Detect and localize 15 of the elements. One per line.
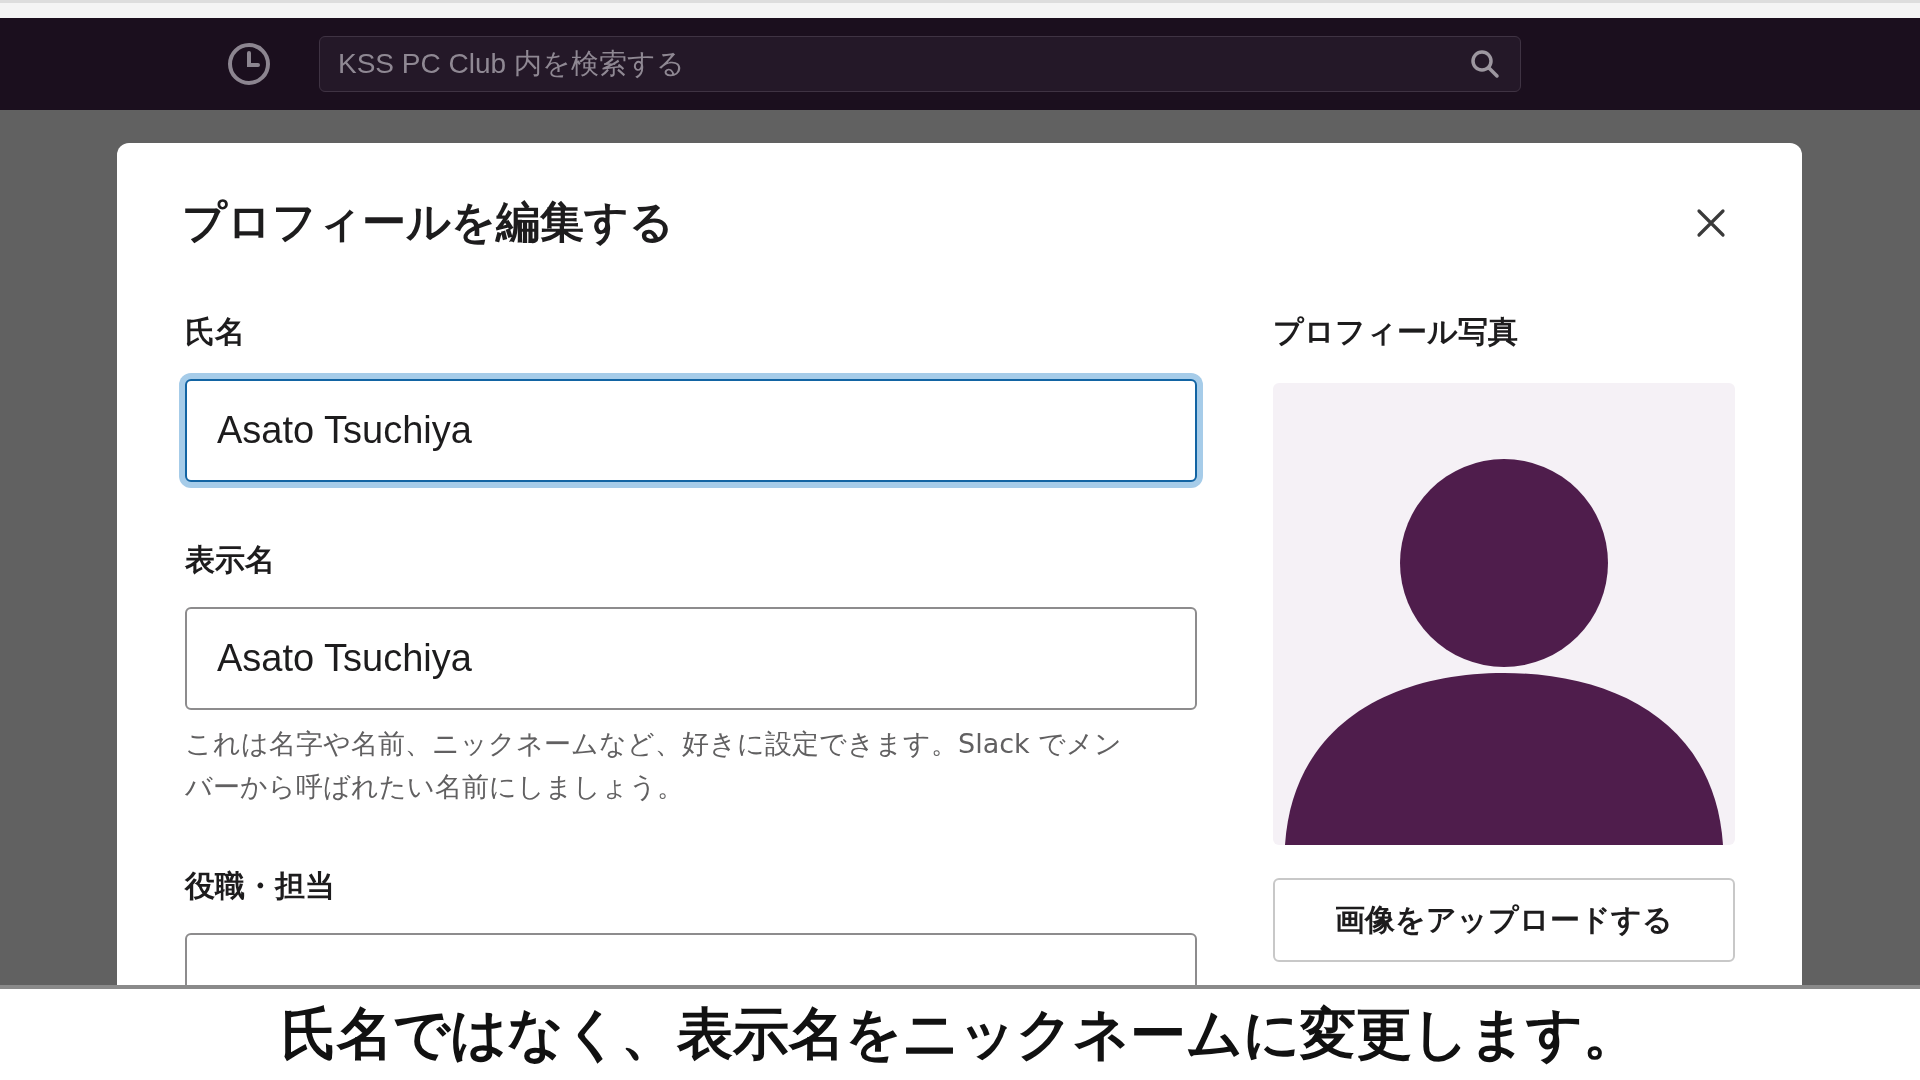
avatar-icon <box>1273 383 1735 845</box>
field-label: 表示名 <box>185 541 276 579</box>
clock-icon[interactable] <box>225 40 273 88</box>
help-text: これは名字や名前、ニックネームなど、好きに設定できます。Slack でメンバーから呼ばれたい名前にしましょう。 <box>185 727 1124 804</box>
search-field[interactable]: KSS PC Club 内を検索する <box>319 36 1521 92</box>
close-icon[interactable] <box>1695 206 1727 239</box>
input-field[interactable]: Asato Tsuchiya <box>185 607 1197 710</box>
field-label: 役職・担当 <box>185 867 336 905</box>
photo-label: プロフィール写真 <box>1273 313 1519 351</box>
upload-image-button[interactable]: 画像をアップロードする <box>1273 878 1735 962</box>
input-field[interactable]: Asato Tsuchiya <box>185 379 1197 482</box>
field-label: 氏名 <box>185 313 246 351</box>
caption-text: 氏名ではなく、表示名をニックネームに変更します。 <box>281 999 1639 1068</box>
search-icon[interactable] <box>1469 48 1501 80</box>
dialog-title: プロフィールを編集する <box>182 195 674 249</box>
